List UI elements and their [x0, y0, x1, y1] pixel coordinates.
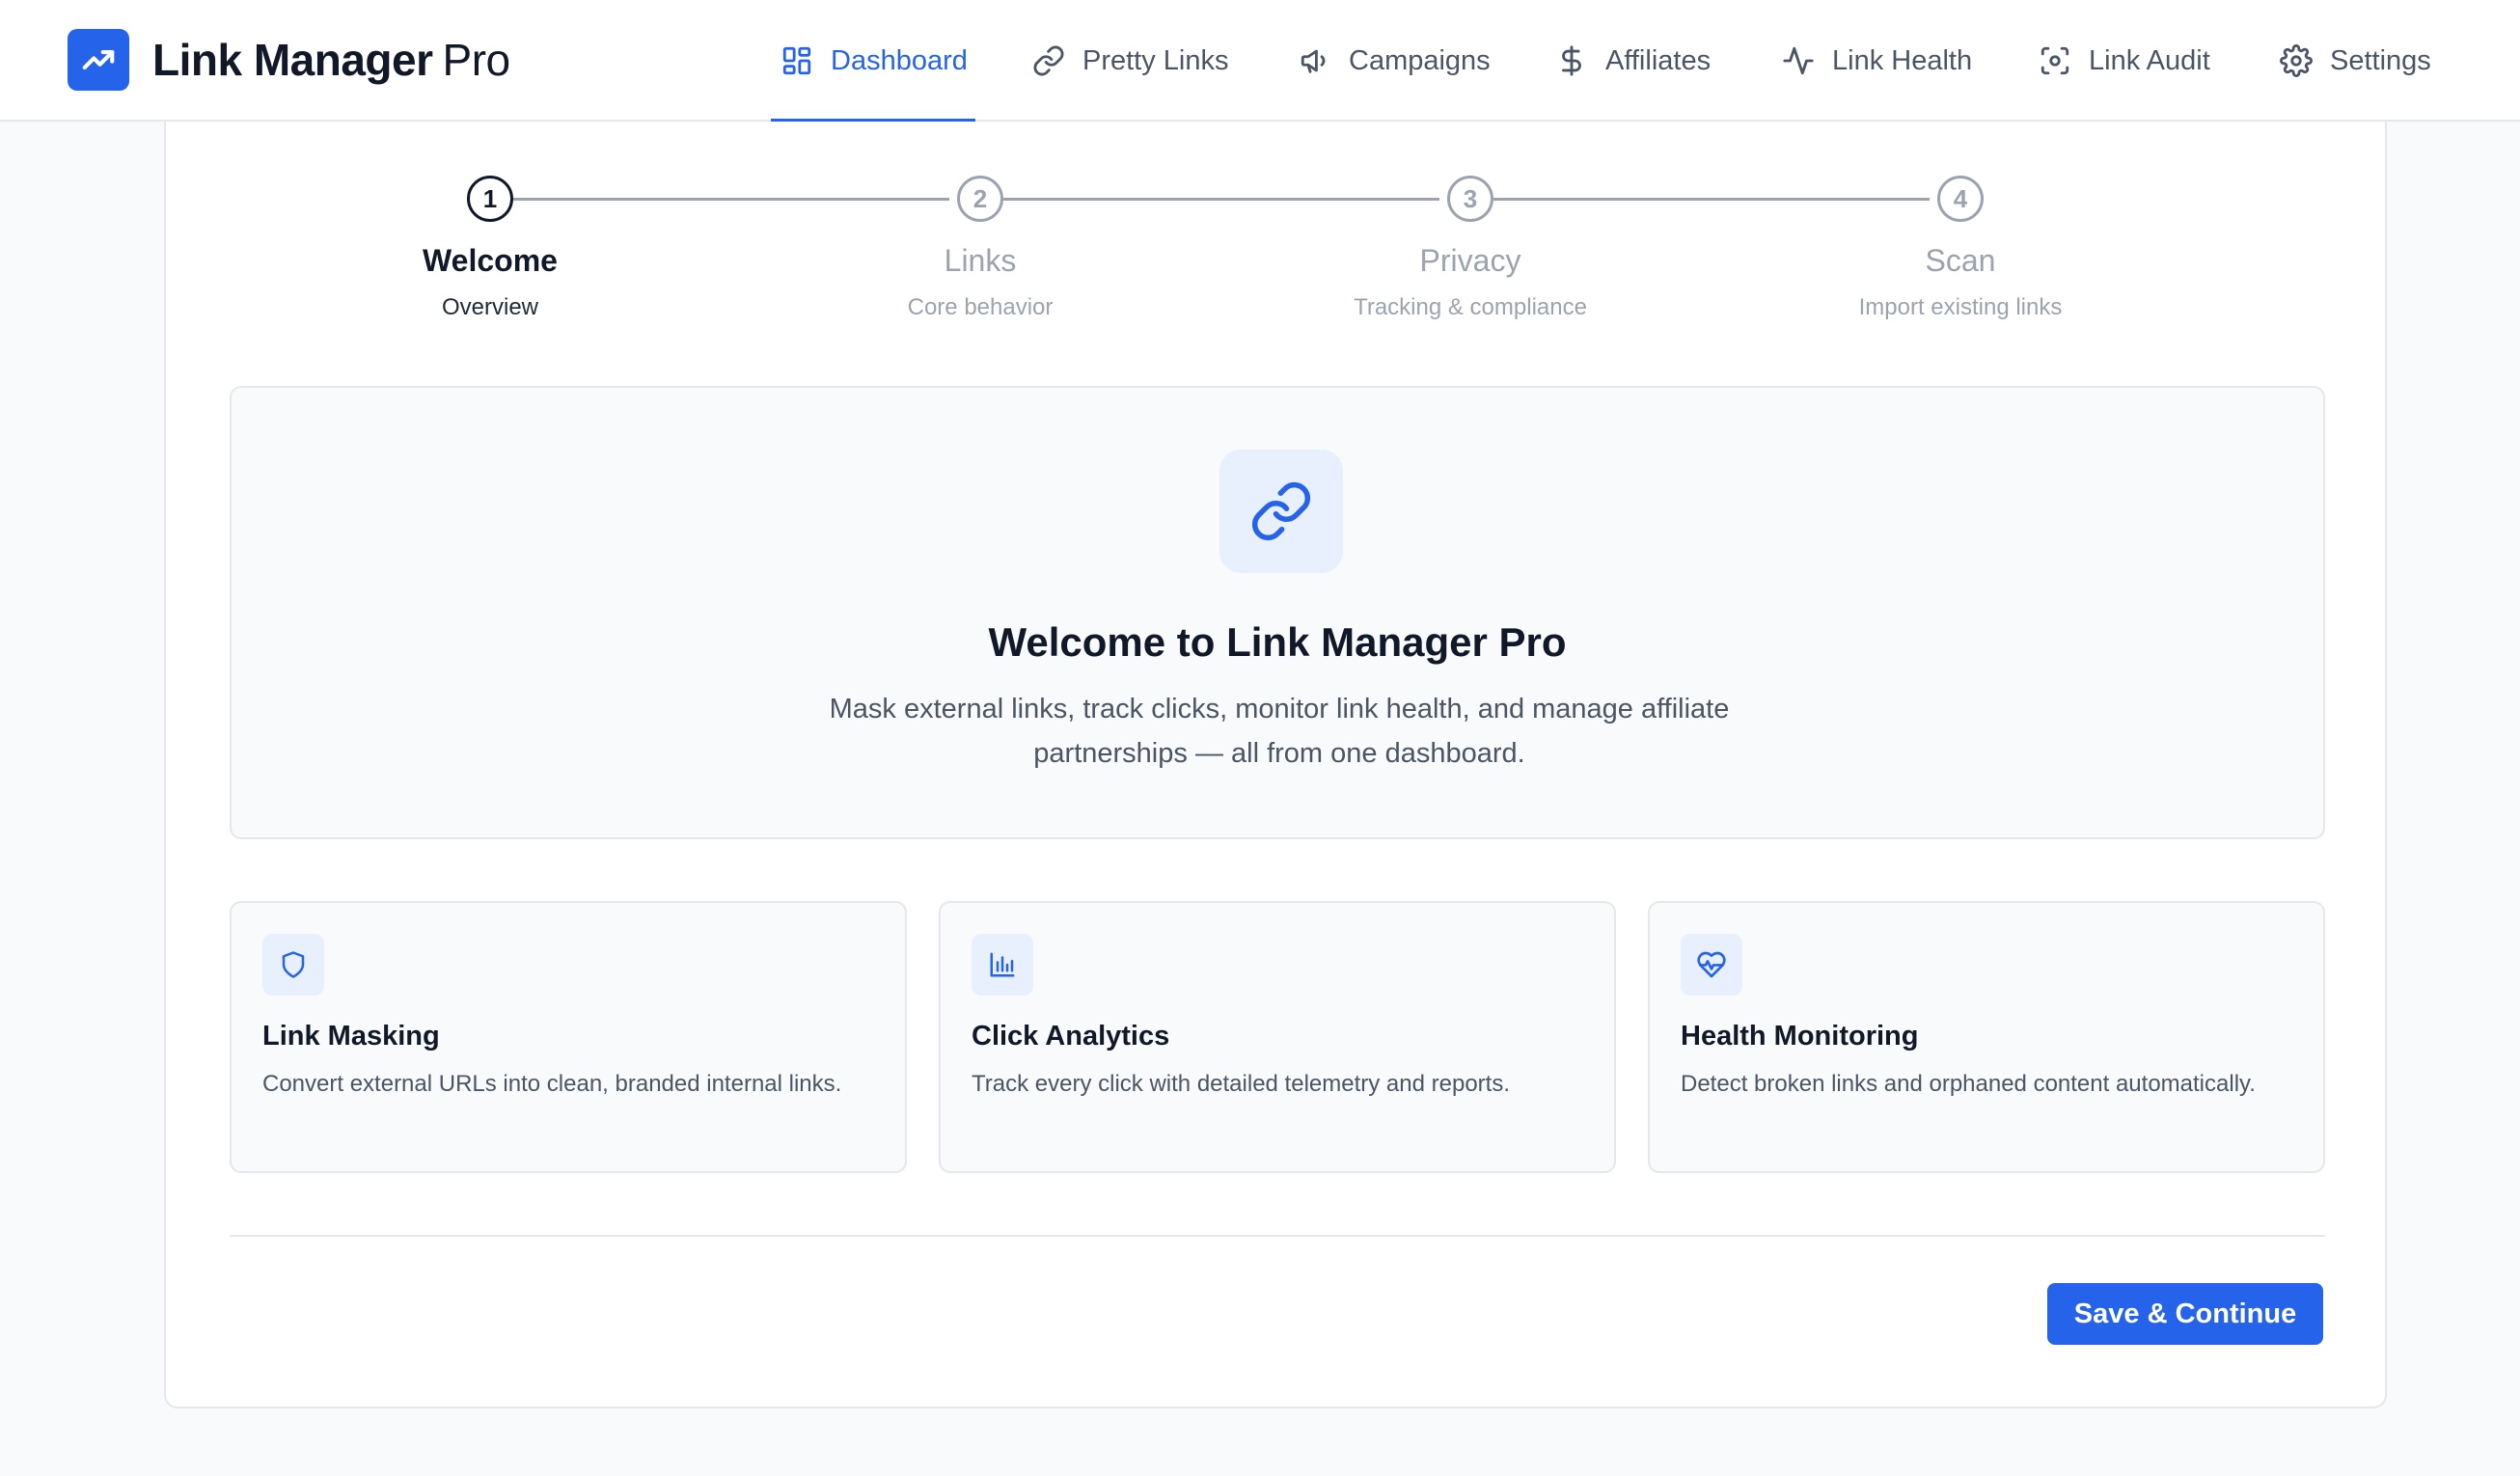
app-header: Link Manager Pro Dashboard Pretty Links C…: [0, 0, 2520, 123]
save-continue-button[interactable]: Save & Continue: [2047, 1283, 2323, 1345]
footer-divider: [230, 1235, 2325, 1237]
link-icon: [1219, 450, 1343, 573]
main-nav: Dashboard Pretty Links Campaigns Affilia…: [0, 0, 2520, 123]
gear-icon: [2280, 44, 2313, 77]
nav-settings[interactable]: Settings: [2280, 0, 2431, 122]
step-title: Privacy: [1419, 243, 1521, 278]
nav-dashboard[interactable]: Dashboard: [771, 0, 975, 123]
nav-pretty-links[interactable]: Pretty Links: [1032, 0, 1229, 122]
nav-dashboard-label: Dashboard: [831, 44, 968, 76]
feature-title: Link Masking: [262, 1021, 440, 1052]
nav-affiliates-label: Affiliates: [1605, 44, 1712, 76]
feature-title: Click Analytics: [972, 1021, 1170, 1052]
scan-icon: [2041, 46, 2069, 75]
step-number: 4: [1937, 176, 1984, 222]
hero-description: Mask external links, track clicks, monit…: [829, 694, 1730, 769]
feature-description: Convert external URLs into clean, brande…: [262, 1071, 842, 1097]
feature-title: Health Monitoring: [1681, 1021, 1919, 1052]
nav-campaigns[interactable]: Campaigns: [1299, 0, 1491, 122]
feature-card-click-analytics: Click Analytics Track every click with d…: [939, 901, 1616, 1173]
nav-link-health[interactable]: Link Health: [1782, 0, 1972, 122]
feature-card-health-monitoring: Health Monitoring Detect broken links an…: [1648, 901, 2325, 1173]
feature-card-link-masking: Link Masking Convert external URLs into …: [230, 901, 907, 1173]
setup-wizard-card: 1 Welcome Overview 2 Links Core behavior…: [164, 122, 2387, 1408]
hero-title: Welcome to Link Manager Pro: [988, 619, 1567, 665]
step-title: Links: [944, 243, 1017, 278]
bar-chart-icon: [972, 934, 1033, 996]
step-number: 1: [467, 176, 513, 222]
grid-icon: [782, 46, 811, 75]
nav-campaigns-label: Campaigns: [1349, 44, 1491, 76]
nav-link-health-label: Link Health: [1832, 44, 1973, 76]
step-title: Scan: [1925, 243, 1996, 278]
link-icon: [1033, 45, 1064, 76]
step-title: Welcome: [423, 243, 558, 278]
feature-description: Track every click with detailed telemetr…: [972, 1071, 1510, 1097]
step-welcome[interactable]: 1 Welcome Overview: [297, 176, 683, 321]
step-number: 2: [957, 176, 1003, 222]
nav-affiliates[interactable]: Affiliates: [1555, 0, 1711, 122]
heart-pulse-icon: [1681, 934, 1742, 996]
step-scan[interactable]: 4 Scan Import existing links: [1767, 176, 2153, 321]
feature-description: Detect broken links and orphaned content…: [1681, 1071, 2256, 1097]
wizard-stepper: 1 Welcome Overview 2 Links Core behavior…: [166, 122, 2385, 372]
nav-link-audit-label: Link Audit: [2089, 44, 2210, 76]
step-subtitle: Import existing links: [1858, 294, 2063, 320]
nav-settings-label: Settings: [2330, 44, 2431, 76]
dollar-icon: [1562, 45, 1581, 76]
step-subtitle: Core behavior: [907, 294, 1054, 320]
activity-icon: [1783, 46, 1814, 75]
step-links[interactable]: 2 Links Core behavior: [787, 176, 1173, 321]
nav-pretty-links-label: Pretty Links: [1082, 44, 1229, 76]
step-privacy[interactable]: 3 Privacy Tracking & compliance: [1277, 176, 1663, 321]
step-number: 3: [1447, 176, 1493, 222]
step-subtitle: Tracking & compliance: [1354, 294, 1587, 320]
nav-link-audit[interactable]: Link Audit: [2039, 0, 2210, 122]
megaphone-icon: [1301, 49, 1326, 73]
step-subtitle: Overview: [441, 294, 539, 320]
welcome-hero: Welcome to Link Manager Pro Mask externa…: [230, 386, 2325, 839]
shield-icon: [262, 934, 324, 996]
